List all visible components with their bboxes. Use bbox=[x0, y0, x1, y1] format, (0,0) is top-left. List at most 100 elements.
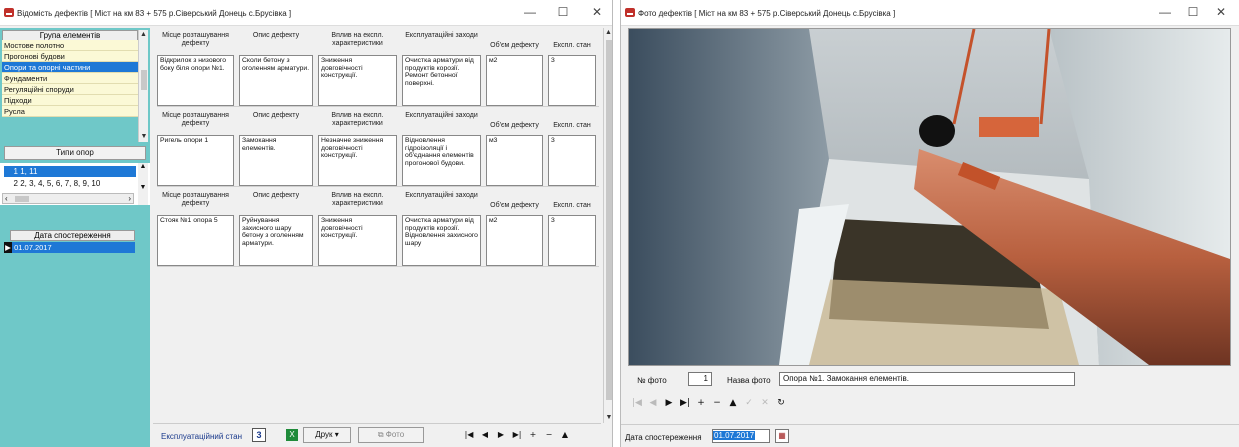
excel-icon[interactable]: X bbox=[286, 429, 298, 441]
group-item[interactable]: Опори та опорні частини bbox=[2, 62, 138, 73]
defect-record: Місце розташування дефекту Стояк №1 опора… bbox=[157, 192, 599, 267]
photo-nav-button[interactable]: − bbox=[709, 398, 725, 408]
photo-number-label: № фото bbox=[637, 376, 667, 385]
column-header: Експл. стан bbox=[553, 202, 591, 209]
minimize-icon[interactable]: — bbox=[1157, 5, 1173, 19]
group-item[interactable]: Русла bbox=[2, 106, 138, 117]
defect-location-field[interactable]: Ригель опори 1 bbox=[157, 135, 234, 186]
maximize-icon[interactable]: ☐ bbox=[555, 5, 571, 19]
defect-state-field[interactable]: 3 bbox=[548, 55, 596, 106]
defect-state-field[interactable]: 3 bbox=[548, 135, 596, 186]
support-row[interactable]: 1 1, 11 bbox=[4, 166, 136, 177]
close-icon[interactable]: ✕ bbox=[589, 5, 605, 19]
group-item[interactable]: Мостове полотно bbox=[2, 40, 138, 51]
defect-description-field[interactable]: Руйнування захисного шару бетону з оголе… bbox=[239, 215, 313, 266]
maximize-icon[interactable]: ☐ bbox=[1185, 5, 1201, 19]
date-field[interactable]: 01.07.2017 bbox=[712, 429, 770, 443]
row-pointer-icon: ▶ bbox=[4, 242, 12, 253]
record-navigator: |◀ ◀ ▶ ▶| + − ▲ bbox=[461, 430, 573, 439]
minimize-icon[interactable]: — bbox=[522, 5, 538, 19]
support-num: 1 bbox=[13, 167, 18, 176]
scroll-thumb[interactable] bbox=[15, 196, 29, 202]
defect-description-field[interactable]: Сколи бетону з оголенням арматури. bbox=[239, 55, 313, 106]
defect-volume-field[interactable]: м2 bbox=[486, 55, 543, 106]
nav-button[interactable]: − bbox=[541, 430, 557, 439]
nav-button[interactable]: ▲ bbox=[557, 430, 573, 439]
defects-window: Відомість дефектів [ Міст на км 83 + 575… bbox=[0, 0, 613, 447]
support-vscrollbar[interactable]: ▲ ▼ bbox=[138, 163, 148, 205]
photo-number-field[interactable]: 1 bbox=[688, 372, 712, 386]
nav-button[interactable]: + bbox=[525, 430, 541, 439]
group-item[interactable]: Прогонові будови bbox=[2, 51, 138, 62]
close-icon[interactable]: ✕ bbox=[1213, 5, 1229, 19]
nav-button[interactable]: |◀ bbox=[461, 430, 477, 439]
photo-nav-button[interactable]: + bbox=[693, 398, 709, 408]
photo-nav-button[interactable]: ◀ bbox=[645, 398, 661, 408]
defect-location-field[interactable]: Стояк №1 опора 5 bbox=[157, 215, 234, 266]
app-icon bbox=[625, 8, 635, 17]
defect-description-field[interactable]: Замокання елементів. bbox=[239, 135, 313, 186]
column-header: Експлуатаційні заходи bbox=[405, 192, 478, 199]
bridge-photo-image bbox=[629, 28, 1230, 365]
defect-photo bbox=[628, 28, 1231, 366]
scroll-up-icon[interactable]: ▲ bbox=[604, 28, 612, 38]
photo-name-label: Назва фото bbox=[727, 376, 771, 385]
support-row[interactable]: 2 2, 3, 4, 5, 6, 7, 8, 9, 10 bbox=[4, 178, 136, 189]
support-hscrollbar[interactable]: ‹ › bbox=[2, 193, 134, 204]
scroll-down-icon[interactable]: ▼ bbox=[604, 413, 612, 423]
defect-measures-field[interactable]: Очистка арматури від продуктів корозії. … bbox=[402, 55, 481, 106]
calendar-icon[interactable]: ▦ bbox=[775, 429, 789, 443]
nav-button[interactable]: ▶| bbox=[509, 430, 525, 439]
scroll-thumb[interactable] bbox=[606, 40, 612, 400]
defect-volume-field[interactable]: м2 bbox=[486, 215, 543, 266]
photo-nav-button[interactable]: |◀ bbox=[629, 398, 645, 408]
support-num: 2 bbox=[13, 179, 18, 188]
print-button[interactable]: Друк ▾ bbox=[303, 427, 351, 443]
photo-nav-button[interactable]: ▶ bbox=[661, 398, 677, 408]
title-bar: Фото дефектів [ Міст на км 83 + 575 р.Сі… bbox=[621, 0, 1239, 26]
scroll-up-icon[interactable]: ▲ bbox=[139, 30, 148, 40]
defect-impact-field[interactable]: Зниження довговічності конструкції. bbox=[318, 215, 397, 266]
photo-nav-button[interactable]: ✕ bbox=[757, 398, 773, 408]
photo-nav-button[interactable]: ▶| bbox=[677, 398, 693, 408]
defect-impact-field[interactable]: Зниження довговічності конструкції. bbox=[318, 55, 397, 106]
support-types-button[interactable]: Типи опор bbox=[4, 146, 146, 160]
photo-nav-button[interactable]: ▲ bbox=[725, 398, 741, 408]
support-types-table: 1 1, 11 2 2, 3, 4, 5, 6, 7, 8, 9, 10 ‹ ›… bbox=[0, 163, 150, 205]
nav-button[interactable]: ▶ bbox=[493, 430, 509, 439]
defect-impact-field[interactable]: Незначне зниження довговічності конструк… bbox=[318, 135, 397, 186]
app-icon bbox=[4, 8, 14, 17]
defect-location-field[interactable]: Відкрилок з низового боку біля опори №1. bbox=[157, 55, 234, 106]
photo-navigator: |◀ ◀ ▶ ▶| + − ▲ ✓ ✕ ↻ bbox=[621, 398, 1239, 420]
column-header: Експлуатаційні заходи bbox=[405, 32, 478, 39]
group-item[interactable]: Регуляційні споруди bbox=[2, 84, 138, 95]
defect-volume-field[interactable]: м3 bbox=[486, 135, 543, 186]
group-item[interactable]: Підходи bbox=[2, 95, 138, 106]
grid-scrollbar[interactable]: ▲ ▼ bbox=[603, 28, 612, 423]
scroll-right-icon[interactable]: › bbox=[128, 194, 131, 203]
photo-button[interactable]: ⧉ Фото bbox=[358, 427, 424, 443]
column-header: Об'єм дефекту bbox=[490, 42, 539, 49]
column-header: Вплив на експл. характеристики bbox=[331, 112, 384, 127]
photo-nav-button[interactable]: ✓ bbox=[741, 398, 757, 408]
scroll-left-icon[interactable]: ‹ bbox=[5, 194, 8, 203]
observation-date-row[interactable]: ▶ 01.07.2017 bbox=[4, 242, 135, 253]
title-bar: Відомість дефектів [ Міст на км 83 + 575… bbox=[0, 0, 612, 26]
scroll-thumb[interactable] bbox=[141, 70, 147, 90]
photo-nav-button[interactable]: ↻ bbox=[773, 398, 789, 408]
window-title: Фото дефектів [ Міст на км 83 + 575 р.Сі… bbox=[638, 9, 896, 18]
photo-name-field[interactable]: Опора №1. Замокання елементів. bbox=[779, 372, 1075, 386]
scroll-down-icon[interactable]: ▼ bbox=[139, 132, 149, 142]
defect-measures-field[interactable]: Очистка арматури від продуктів корозії. … bbox=[402, 215, 481, 266]
observation-header: Дата спостереження bbox=[10, 230, 135, 241]
defect-measures-field[interactable]: Відновлення гідроізоляції і об'єднання е… bbox=[402, 135, 481, 186]
defect-state-field[interactable]: 3 bbox=[548, 215, 596, 266]
column-header: Експл. стан bbox=[553, 42, 591, 49]
window-title: Відомість дефектів [ Міст на км 83 + 575… bbox=[17, 9, 292, 18]
group-item[interactable]: Фундаменти bbox=[2, 73, 138, 84]
groups-list: Мостове полотно Прогонові будови Опори та … bbox=[2, 40, 138, 117]
nav-button[interactable]: ◀ bbox=[477, 430, 493, 439]
status-bar: Експлуатаційний стан 3 X Друк ▾ ⧉ Фото |… bbox=[153, 423, 601, 447]
column-header: Об'єм дефекту bbox=[490, 202, 539, 209]
groups-scrollbar[interactable]: ▲ ▼ bbox=[138, 30, 148, 142]
